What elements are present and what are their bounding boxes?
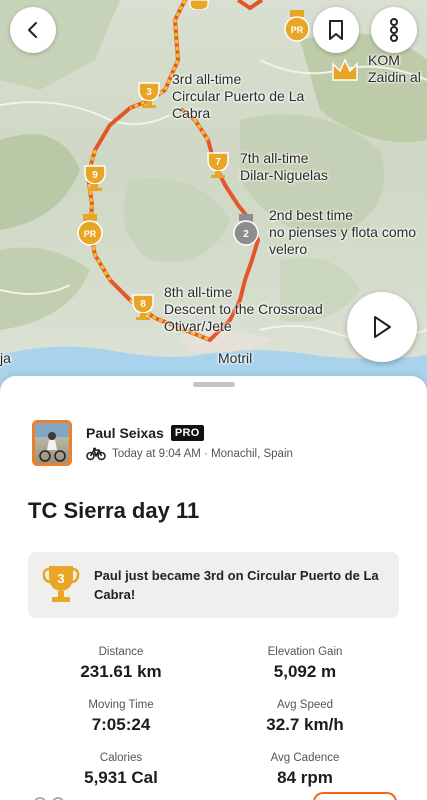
pr-medal-marker[interactable]: PR bbox=[75, 214, 105, 248]
stat-elevation: Elevation Gain 5,092 m bbox=[215, 646, 395, 682]
bike-icon bbox=[86, 447, 106, 461]
svg-text:3: 3 bbox=[57, 571, 64, 586]
town-label-motril: Motril bbox=[218, 350, 253, 366]
segment-label-3rd: 3rd all-time Circular Puerto de La Cabra bbox=[172, 71, 305, 121]
svg-text:7: 7 bbox=[215, 157, 221, 168]
pro-badge: PRO bbox=[170, 425, 204, 441]
route-map[interactable]: 3 7 9 8 PR PR 2 3rd all-time Circular Pue… bbox=[0, 0, 427, 395]
achievement-text: Paul just became 3rd on Circular Puerto … bbox=[94, 568, 379, 602]
svg-text:PR: PR bbox=[84, 229, 97, 239]
athlete-header[interactable]: Paul Seixas PRO Today at 9:04 AM · Monac… bbox=[32, 420, 293, 466]
stat-label: Distance bbox=[98, 646, 144, 658]
stat-label: Elevation Gain bbox=[267, 646, 343, 658]
stat-distance: Distance 231.61 km bbox=[31, 646, 211, 682]
stat-value: 5,092 m bbox=[273, 662, 337, 681]
stat-label: Avg Cadence bbox=[270, 752, 340, 764]
flyby-play-button[interactable] bbox=[347, 292, 417, 362]
achievement-banner[interactable]: 3 Paul just became 3rd on Circular Puert… bbox=[28, 552, 399, 618]
athlete-name[interactable]: Paul Seixas bbox=[86, 425, 164, 441]
more-options-button[interactable] bbox=[371, 7, 417, 53]
stat-value: 7:05:24 bbox=[91, 715, 151, 734]
stat-value: 231.61 km bbox=[80, 662, 162, 681]
trophy-icon: 3 bbox=[42, 566, 80, 602]
back-button[interactable] bbox=[10, 7, 56, 53]
svg-text:PR: PR bbox=[291, 25, 304, 35]
segment-label-7th: 7th all-time Dilar-Niguelas bbox=[240, 150, 328, 183]
svg-text:8: 8 bbox=[140, 299, 146, 310]
stat-value: 84 rpm bbox=[277, 768, 333, 787]
stat-calories: Calories 5,931 Cal bbox=[31, 752, 211, 788]
play-icon bbox=[374, 316, 391, 338]
stat-avg-cadence: Avg Cadence 84 rpm bbox=[215, 752, 395, 788]
avatar[interactable] bbox=[32, 420, 72, 466]
bookmark-button[interactable] bbox=[313, 7, 359, 53]
stat-label: Moving Time bbox=[88, 699, 154, 711]
activity-sheet: Paul Seixas PRO Today at 9:04 AM · Monac… bbox=[0, 376, 427, 800]
avatar-photo bbox=[35, 423, 69, 463]
stat-label: Calories bbox=[99, 752, 143, 764]
svg-text:2: 2 bbox=[243, 229, 249, 240]
back-icon bbox=[28, 22, 37, 38]
kom-label: KOM Zaidin al bbox=[368, 52, 421, 85]
partial-marker-top bbox=[189, 0, 209, 10]
trophy-7-marker[interactable]: 7 bbox=[203, 150, 233, 180]
sheet-drag-handle[interactable] bbox=[193, 382, 235, 387]
stat-value: 5,931 Cal bbox=[84, 768, 158, 787]
stat-avg-speed: Avg Speed 32.7 km/h bbox=[215, 699, 395, 735]
town-label-left: ja bbox=[0, 350, 11, 366]
give-kudos-button-peek[interactable] bbox=[313, 792, 397, 800]
segment-label-8th: 8th all-time Descent to the Crossroad Otiv… bbox=[164, 284, 323, 334]
trophy-9-marker[interactable]: 9 bbox=[80, 163, 110, 193]
silver-medal-2-marker[interactable]: 2 bbox=[231, 214, 261, 248]
stat-value: 32.7 km/h bbox=[266, 715, 344, 734]
svg-text:9: 9 bbox=[92, 170, 98, 181]
activity-meta: Today at 9:04 AM · Monachil, Spain bbox=[112, 448, 293, 460]
pr-medal-marker-top[interactable]: PR bbox=[282, 10, 312, 44]
activity-title: TC Sierra day 11 bbox=[28, 498, 200, 523]
more-vertical-icon bbox=[390, 18, 398, 42]
stat-moving-time: Moving Time 7:05:24 bbox=[31, 699, 211, 735]
trophy-8-marker[interactable]: 8 bbox=[128, 292, 158, 322]
segment-label-2nd: 2nd best time no pienses y flota como vele… bbox=[269, 207, 417, 257]
stat-label: Avg Speed bbox=[276, 699, 334, 711]
trophy-3-marker[interactable]: 3 bbox=[134, 80, 164, 110]
kom-crown-marker[interactable] bbox=[330, 56, 360, 84]
kudos-avatars-peek[interactable] bbox=[34, 794, 74, 800]
svg-text:3: 3 bbox=[146, 87, 152, 98]
bookmark-icon bbox=[329, 20, 343, 40]
